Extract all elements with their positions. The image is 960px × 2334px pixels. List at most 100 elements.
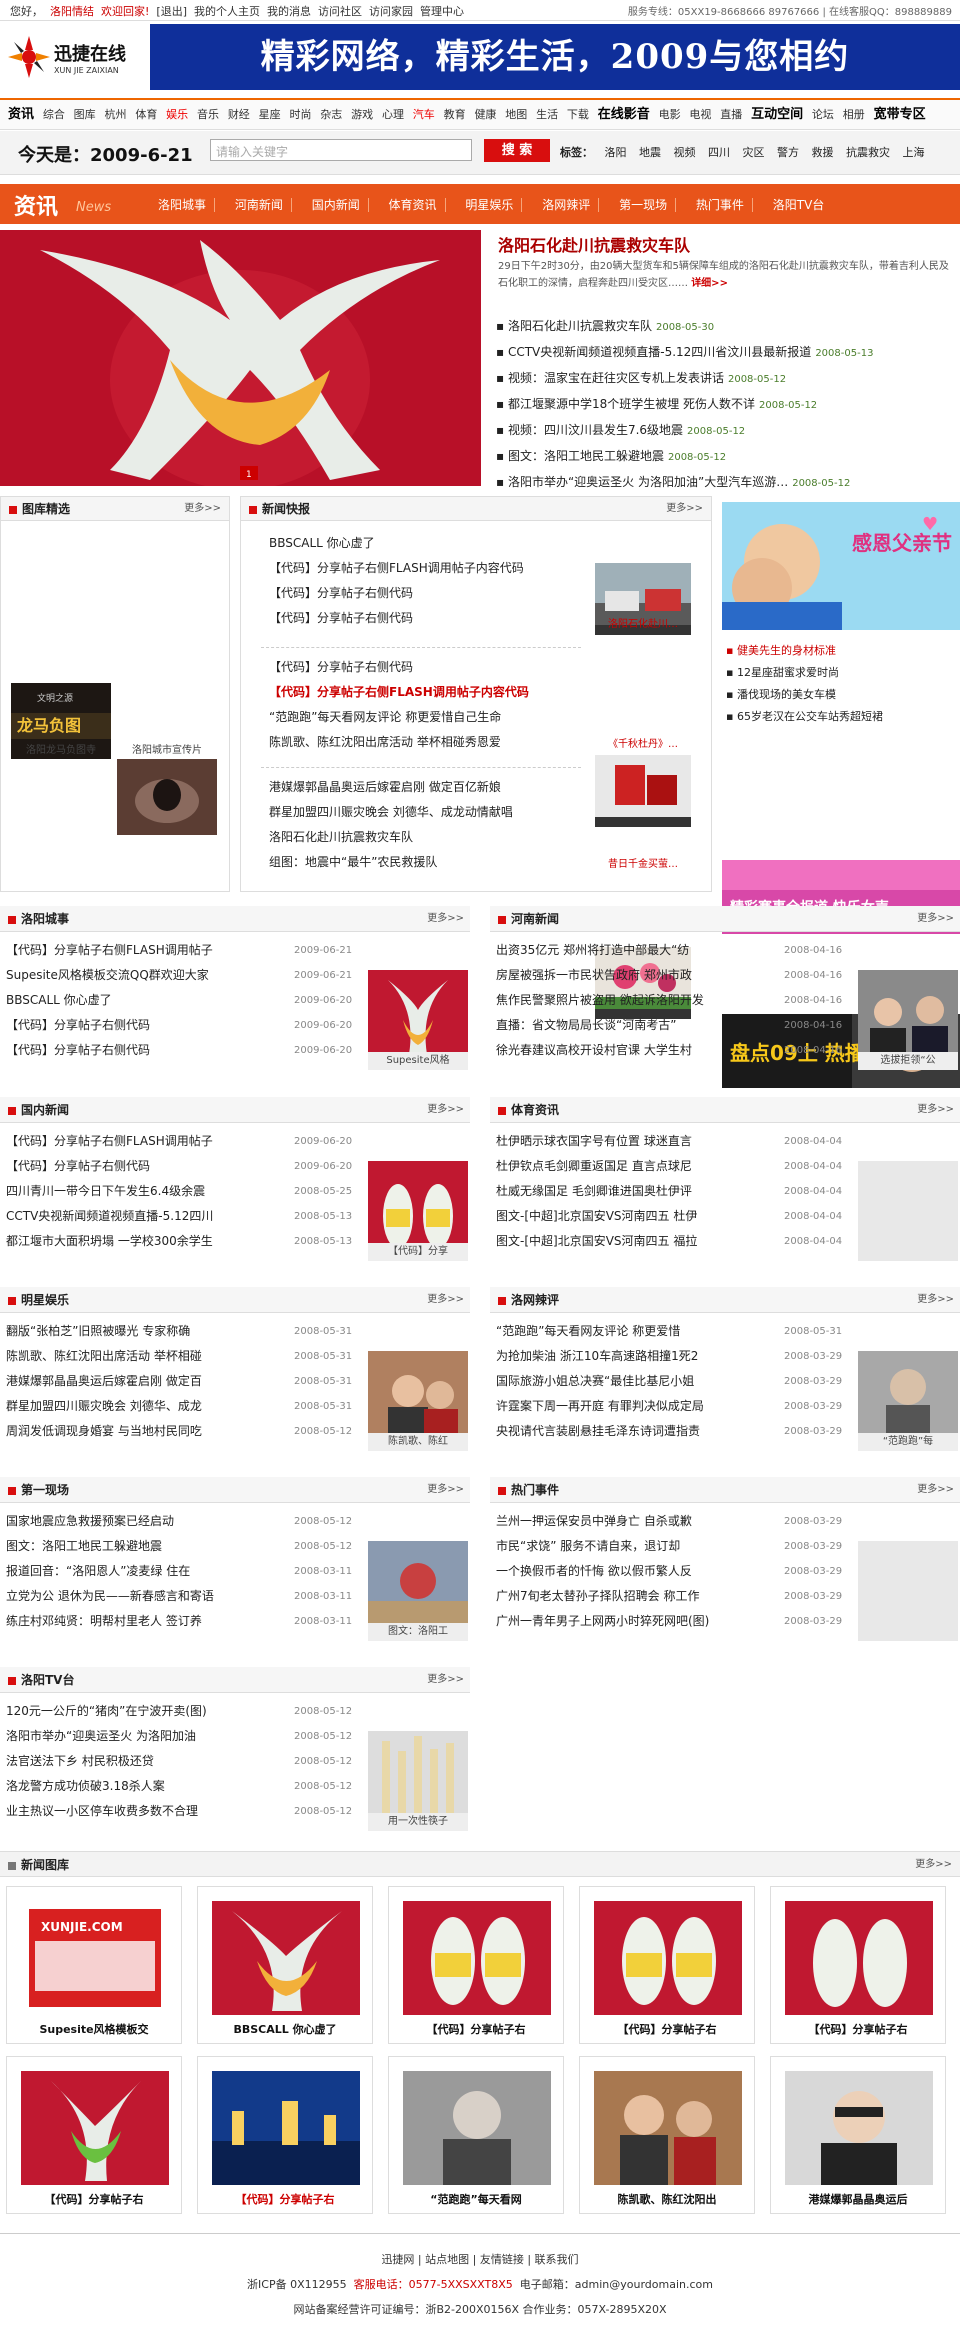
thumb-caption[interactable]: Supesite风格: [368, 1052, 468, 1070]
list-item[interactable]: “范跑跑”每天看网友评论 称更爱惜自己生命: [269, 705, 579, 730]
thumb-caption[interactable]: 洛阳城市宣传片: [113, 741, 221, 756]
ad-link[interactable]: ▪ 健美先生的身材标准: [726, 640, 958, 662]
section-item[interactable]: 洛阳市举办“迎奥运圣火 为洛阳加油 2008-05-12: [6, 1724, 356, 1749]
section-item[interactable]: 【代码】分享帖子右侧代码 2009-06-20: [6, 1154, 356, 1179]
section-thumb[interactable]: [858, 1161, 958, 1261]
gallery-item[interactable]: 【代码】分享帖子右: [579, 1886, 755, 2044]
nav-item[interactable]: 相册: [843, 100, 865, 129]
channel-link[interactable]: 体育资讯: [388, 198, 446, 212]
section-item[interactable]: 法官送法下乡 村民积极还贷 2008-05-12: [6, 1749, 356, 1774]
list-item[interactable]: ▪ 都江堰聚源中学18个班学生被埋 死伤人数不详 2008-05-12: [496, 392, 956, 418]
ad-link[interactable]: ▪ 65岁老汉在公交车站秀超短裙: [726, 706, 958, 728]
section-item[interactable]: 直播：省文物局局长谈“河南考古” 2008-04-16: [496, 1013, 846, 1038]
nav-online-media[interactable]: 在线影音: [598, 100, 650, 129]
section-item[interactable]: 图文：洛阳工地民工躲避地震 2008-05-12: [6, 1534, 356, 1559]
section-item[interactable]: 群星加盟四川赈灾晚会 刘德华、成龙 2008-05-31: [6, 1394, 356, 1419]
footer-link[interactable]: 友情链接: [480, 2253, 524, 2266]
more-link[interactable]: 更多>>: [917, 906, 954, 932]
section-item[interactable]: 都江堰市大面积坍塌 一学校300余学生 2008-05-13: [6, 1229, 356, 1254]
tag-link[interactable]: 救援: [812, 146, 834, 159]
section-item[interactable]: Supesite风格模板交流QQ群欢迎大家 2009-06-21: [6, 963, 356, 988]
section-thumb[interactable]: 选拔拒领“公: [858, 970, 958, 1070]
section-item[interactable]: 【代码】分享帖子右侧FLASH调用帖子 2009-06-20: [6, 1129, 356, 1154]
list-item[interactable]: 【代码】分享帖子右侧代码: [269, 581, 579, 606]
section-item[interactable]: 广州一青年男子上网两小时猝死网吧(图) 2008-03-29: [496, 1609, 846, 1634]
tag-link[interactable]: 四川: [708, 146, 730, 159]
list-item[interactable]: BBSCALL 你心虚了: [269, 531, 579, 556]
thumb-caption[interactable]: “范跑跑”每: [858, 1433, 958, 1451]
section-thumb[interactable]: “范跑跑”每: [858, 1351, 958, 1451]
nav-broadband[interactable]: 宽带专区: [874, 100, 926, 129]
section-item[interactable]: 洛龙警方成功侦破3.18杀人案 2008-05-12: [6, 1774, 356, 1799]
thumb-caption[interactable]: 昔日千金买萤…: [591, 855, 695, 870]
tag-link[interactable]: 上海: [903, 146, 925, 159]
flash-thumb[interactable]: [595, 755, 691, 827]
list-item[interactable]: 组图：地震中“最牛”农民救援队: [269, 850, 579, 875]
more-link[interactable]: 更多>>: [917, 1287, 954, 1313]
nav-item[interactable]: 时尚: [289, 100, 311, 129]
section-thumb[interactable]: 陈凯歌、陈红: [368, 1351, 468, 1451]
list-item[interactable]: 陈凯歌、陈红沈阳出席活动 举杯相碰秀恩爱: [269, 730, 579, 755]
community-link[interactable]: 访问社区: [318, 5, 362, 18]
thumb-caption[interactable]: 陈凯歌、陈红: [368, 1433, 468, 1451]
gallery-item[interactable]: BBSCALL 你心虚了: [197, 1886, 373, 2044]
list-item[interactable]: 【代码】分享帖子右侧代码: [269, 606, 579, 631]
section-item[interactable]: 市民“求饶” 服务不请自来，退订却 2008-03-29: [496, 1534, 846, 1559]
channel-link[interactable]: 国内新闻: [311, 198, 369, 212]
list-item[interactable]: ▪ 视频：温家宝在赶往灾区专机上发表讲话 2008-05-12: [496, 366, 956, 392]
section-item[interactable]: 业主热议一小区停车收费多数不合理 2008-05-12: [6, 1799, 356, 1824]
channel-link[interactable]: 洛网辣评: [542, 198, 600, 212]
section-item[interactable]: 焦作民警聚照片被盗用 欲起诉洛阳开发 2008-04-16: [496, 988, 846, 1013]
channel-link[interactable]: 第一现场: [619, 198, 677, 212]
section-item[interactable]: 国家地震应急救援预案已经启动 2008-05-12: [6, 1509, 356, 1534]
nav-item[interactable]: 教育: [444, 100, 466, 129]
nav-item[interactable]: 健康: [474, 100, 496, 129]
nav-item[interactable]: 直播: [720, 100, 742, 129]
more-link[interactable]: 更多>>: [666, 497, 703, 521]
list-item[interactable]: 洛阳石化赴川抗震救灾车队: [269, 825, 579, 850]
footer-link[interactable]: 联系我们: [535, 2253, 579, 2266]
section-item[interactable]: 港媒爆郭晶晶奥运后嫁霍启刚 做定百 2008-05-31: [6, 1369, 356, 1394]
section-item[interactable]: 出资35亿元 郑州将打造中部最大“纺 2008-04-16: [496, 938, 846, 963]
nav-item[interactable]: 杂志: [320, 100, 342, 129]
gallery-item[interactable]: 陈凯歌、陈红沈阳出: [579, 2056, 755, 2214]
section-item[interactable]: 央视请代言装剧悬挂毛泽东诗词遭指责 2008-03-29: [496, 1419, 846, 1444]
gallery-item[interactable]: 港媒爆郭晶晶奥运后: [770, 2056, 946, 2214]
list-item[interactable]: 港媒爆郭晶晶奥运后嫁霍启刚 做定百亿新娘: [269, 775, 579, 800]
thumb-caption[interactable]: 图文：洛阳工: [368, 1623, 468, 1641]
search-button[interactable]: 搜 索: [484, 139, 550, 162]
section-item[interactable]: 四川青川一带今日下午发生6.4级余震 2008-05-25: [6, 1179, 356, 1204]
section-item[interactable]: 【代码】分享帖子右侧FLASH调用帖子 2009-06-21: [6, 938, 356, 963]
nav-item[interactable]: 心理: [382, 100, 404, 129]
thumb-caption[interactable]: 《千秋杜丹》…: [591, 735, 695, 750]
my-messages-link[interactable]: 我的消息: [267, 5, 311, 18]
channel-link[interactable]: 明星娱乐: [465, 198, 523, 212]
section-item[interactable]: 【代码】分享帖子右侧代码 2009-06-20: [6, 1038, 356, 1063]
section-item[interactable]: 报道回音：“洛阳恩人”凌麦绿 住在 2008-03-11: [6, 1559, 356, 1584]
tag-link[interactable]: 视频: [674, 146, 696, 159]
nav-item[interactable]: 下载: [567, 100, 589, 129]
section-item[interactable]: 【代码】分享帖子右侧代码 2009-06-20: [6, 1013, 356, 1038]
section-item[interactable]: 徐光春建议高校开设村官课 大学生村 2008-04-16: [496, 1038, 846, 1063]
section-item[interactable]: 杜伊钦点毛剑卿重返国足 直言点球尼 2008-04-04: [496, 1154, 846, 1179]
gallery-item[interactable]: 【代码】分享帖子右: [197, 2056, 373, 2214]
footer-link[interactable]: 站点地图: [425, 2253, 469, 2266]
tag-link[interactable]: 警方: [777, 146, 799, 159]
channel-link[interactable]: 热门事件: [695, 198, 753, 212]
nav-item[interactable]: 电影: [659, 100, 681, 129]
section-thumb[interactable]: 用一次性筷子: [368, 1731, 468, 1831]
section-thumb[interactable]: [858, 1541, 958, 1641]
ad-link[interactable]: ▪ 潘伐现场的美女车模: [726, 684, 958, 706]
more-link[interactable]: 更多>>: [427, 1097, 464, 1123]
more-link[interactable]: 更多>>: [184, 497, 221, 521]
gallery-item[interactable]: 【代码】分享帖子右: [770, 1886, 946, 2044]
search-input[interactable]: 请输入关键字: [210, 139, 472, 161]
list-item[interactable]: 群星加盟四川赈灾晚会 刘德华、成龙动情献唱: [269, 800, 579, 825]
list-item[interactable]: ▪ 洛阳石化赴川抗震救灾车队 2008-05-30: [496, 314, 956, 340]
admin-center-link[interactable]: 管理中心: [420, 5, 464, 18]
nav-interactive[interactable]: 互动空间: [751, 100, 803, 129]
section-thumb[interactable]: 图文：洛阳工: [368, 1541, 468, 1641]
gallery-thumb[interactable]: [117, 759, 217, 835]
nav-item[interactable]: 娱乐: [166, 100, 188, 129]
gallery-item[interactable]: 【代码】分享帖子右: [6, 2056, 182, 2214]
